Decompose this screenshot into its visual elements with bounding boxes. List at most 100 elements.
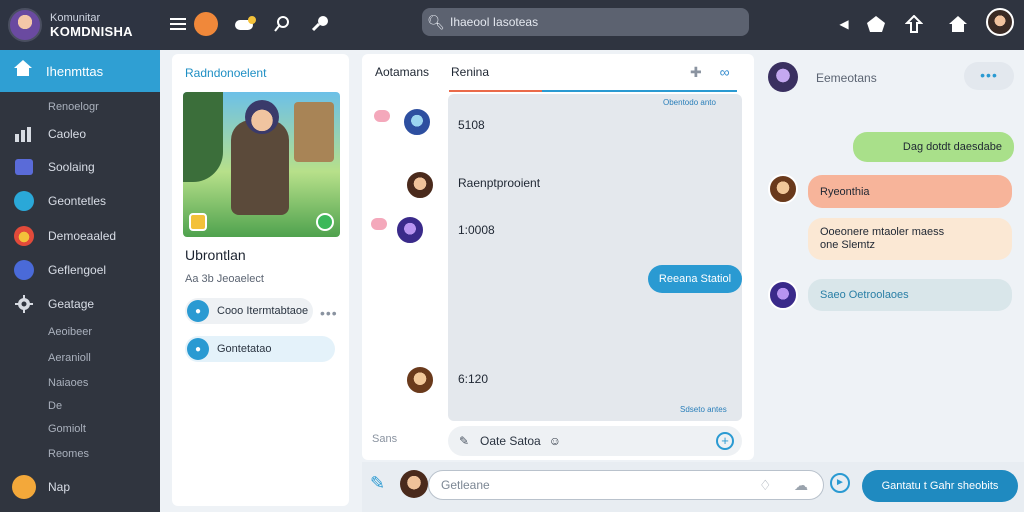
tab-renina[interactable]: Renina [451,65,489,79]
search-glass-icon: 🔍︎ [427,13,445,30]
infinity-icon[interactable]: ∞ [720,64,730,80]
user-icon [0,260,48,280]
sidebar-item-geflengoel[interactable]: Geflengoel [0,257,160,283]
status-chip[interactable]: Reeana Statiol [648,265,742,293]
notification-icon[interactable] [862,10,890,38]
profile-card: Radndonoelent Ubrontlan Aa 3b Jeoaelect … [172,54,349,506]
emoji-icon[interactable]: ☺ [549,434,561,448]
sidebar-item-soolaing[interactable]: Soolaing [0,154,160,180]
emoji-icon[interactable] [192,10,220,38]
sidebar-item-aeranioll[interactable]: Aeranioll [0,345,160,371]
info-icon: ● [187,300,209,322]
window-icon [0,159,48,175]
message-text: Raenptprooient [458,176,541,190]
message-input[interactable] [441,478,741,492]
sidebar-item-label: Geontetles [48,194,107,208]
menu-icon[interactable] [164,10,192,38]
contact-name: Eemeotans [816,71,877,85]
link-icon[interactable] [306,10,334,38]
sans-label: Sans [372,433,398,445]
profile-action-pill[interactable]: ● Cooo Itermtabtaoe [185,298,313,324]
sidebar-item-geontetles[interactable]: Geontetles [0,188,160,214]
message-text: 6:120 [458,372,489,386]
upload-icon[interactable] [900,10,928,38]
sidebar-item-label: Renoelogr [48,101,99,113]
search-input[interactable] [450,15,720,29]
sidebar-item-home[interactable]: Ihenmttas [0,50,160,92]
add-icon[interactable]: + [716,432,734,450]
brand[interactable]: Komunitar KOMDNISHA [0,0,160,50]
message-text: 1:0008 [458,223,495,237]
character-icon [0,226,48,246]
smiley-icon [0,475,48,499]
conversation-panel: Eemeotans ••• Dag dotdt daesdabe Ryeonth… [756,54,1024,460]
tab-underline-active [449,90,542,92]
reaction-icon[interactable] [374,110,390,122]
sidebar-item-renoelogr[interactable]: Renoelogr [0,94,160,120]
avatar[interactable] [405,365,435,395]
sidebar-item-label: Demoeaaled [48,229,117,243]
search-bar[interactable]: 🔍︎ [422,8,749,36]
gamepad-icon[interactable] [232,10,260,38]
avatar[interactable] [768,174,798,204]
sidebar-item-reomes[interactable]: Reomes [0,441,160,467]
channel-icons: ✚ ∞ [690,64,730,81]
avatar[interactable] [395,215,425,245]
inline-composer[interactable]: ✎ Oate Satoa ☺ + [448,426,742,456]
info-icon: ● [187,338,209,360]
bubble-line: Ooeonere mtaoler maess [820,226,945,238]
hero-image[interactable] [183,92,340,237]
home-icon[interactable] [944,10,972,38]
avatar[interactable] [405,170,435,200]
sidebar-item-geatage[interactable]: Geatage [0,291,160,317]
sidebar-item-demoeaaled[interactable]: Demoeaaled [0,223,160,249]
tab-aotamans[interactable]: Aotamans [375,65,429,79]
card-title: Radndonoelent [185,66,267,80]
avatar[interactable] [402,107,432,137]
feed-tag: Obentodo anto [663,98,716,107]
more-options-button[interactable]: ••• [964,62,1014,90]
composer-label: Oate Satoa [480,434,541,448]
message-text: 5108 [458,118,485,132]
brand-line2: KOMDNISHA [50,24,133,39]
sidebar-item-label: Geatage [48,297,95,311]
sidebar-item-nap[interactable]: Nap [0,474,160,500]
attachment-icon[interactable]: ☁ [794,477,808,494]
profile-subtitle: Aa 3b Jeoaelect [185,273,264,285]
caret-left-icon[interactable]: ◀ [830,10,858,38]
pencil-icon: ✎ [458,434,470,448]
pill-label: Cooo Itermtabtaoe [217,305,309,317]
sidebar-item-aeoibeer[interactable]: Aeoibeer [0,319,160,345]
message-bubble-incoming[interactable]: Saeo Oetroolaoes [808,279,1012,311]
voice-icon[interactable]: ► [830,473,850,493]
sidebar-item-label: Aeranioll [48,352,91,364]
contact-avatar[interactable] [768,62,798,92]
sidebar-item-caoleo[interactable]: Caoleo [0,121,160,147]
message-input-wrapper[interactable]: ♢ ☁ [428,470,824,500]
top-bar: Komunitar KOMDNISHA 🔍︎ ◀ [0,0,1024,50]
sidebar-item-label: Geflengoel [48,263,107,277]
more-options-icon[interactable]: ••• [320,305,338,321]
pencil-icon[interactable]: ✎ [370,473,385,494]
chart-icon [0,126,48,142]
message-feed[interactable]: Obentodo anto 5108 Raenptprooient 1:0008… [448,94,742,421]
sidebar-item-label: Nap [48,480,71,494]
sidebar-item-label: Caoleo [48,127,87,141]
send-button[interactable]: Gantatu t Gahr sheobits [862,470,1018,502]
search-icon[interactable] [268,10,296,38]
plus-icon[interactable]: ✚ [690,64,702,80]
status-icon [316,213,334,231]
sidebar: Ihenmttas Renoelogr Caoleo Soolaing Geon… [0,50,160,512]
message-bubble-incoming[interactable]: Ryeonthia [808,175,1012,208]
reaction-icon[interactable] [371,218,387,230]
profile-name: Ubrontlan [185,247,246,263]
avatar[interactable] [768,280,798,310]
profile-action-pill-2[interactable]: ● Gontetatao [185,336,335,362]
message-bubble-outgoing[interactable]: Dag dotdt daesdabe [853,132,1014,162]
tag-icon[interactable]: ♢ [759,477,772,494]
sidebar-item-label: Naiaoes [48,377,89,389]
user-avatar[interactable] [986,8,1014,36]
message-composer: ✎ ♢ ☁ ► Gantatu t Gahr sheobits [362,462,1024,512]
message-bubble-incoming[interactable]: Ooeonere mtaoler maess one Slemtz [808,218,1012,260]
sidebar-item-gomiolt[interactable]: Gomiolt [0,416,160,442]
